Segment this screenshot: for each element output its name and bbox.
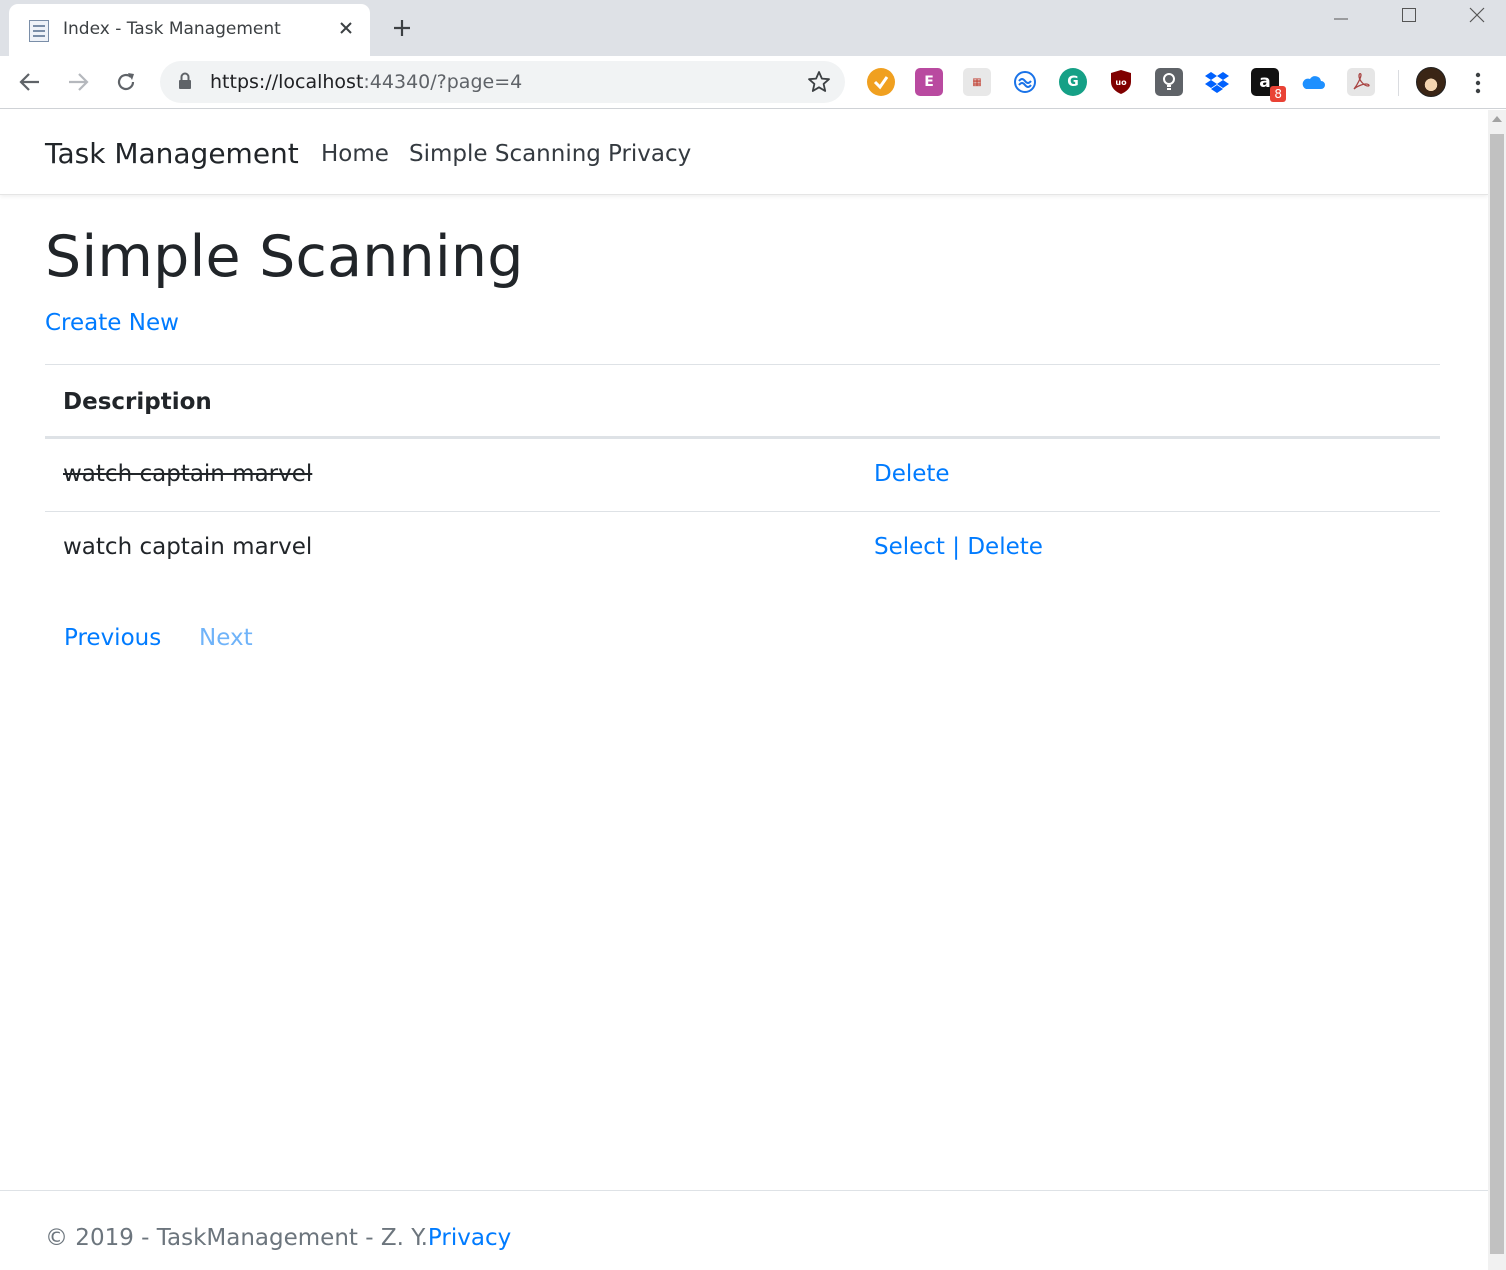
lock-icon[interactable] — [178, 72, 192, 95]
browser-tabstrip: Index - Task Management — [0, 0, 1506, 56]
sync-icon[interactable] — [1011, 68, 1039, 96]
tab-title: Index - Task Management — [63, 19, 281, 39]
forward-arrow-icon[interactable] — [62, 66, 94, 98]
create-new-link[interactable]: Create New — [45, 310, 179, 336]
page-favicon-icon — [29, 20, 49, 42]
grammarly-icon[interactable]: G — [1059, 68, 1087, 96]
maximize-icon[interactable] — [1379, 0, 1439, 30]
amazon-badge: 8 — [1270, 86, 1286, 102]
scroll-up-arrow-icon[interactable] — [1492, 116, 1502, 122]
new-tab-icon[interactable] — [388, 14, 416, 42]
close-window-icon[interactable] — [1447, 0, 1506, 30]
tasks-table: Description watch captain marvel Delete … — [45, 364, 1440, 585]
page-viewport: Task Management Home Simple Scanning Pri… — [0, 110, 1488, 1270]
address-bar[interactable]: https://localhost:44340/?page=4 — [160, 61, 845, 103]
onedrive-icon[interactable] — [1299, 68, 1327, 96]
tampermonkey-icon[interactable] — [867, 68, 895, 96]
minimize-icon[interactable] — [1311, 0, 1371, 30]
task-description: watch captain marvel — [63, 461, 313, 487]
site-footer: © 2019 - TaskManagement - Z. Y.Privacy — [0, 1190, 1488, 1270]
page-title: Simple Scanning — [45, 224, 524, 290]
back-arrow-icon[interactable] — [14, 66, 46, 98]
reader-icon[interactable]: ▦ — [963, 68, 991, 96]
action-separator: | — [944, 534, 968, 560]
column-header-description: Description — [63, 389, 212, 415]
browser-tab[interactable]: Index - Task Management — [9, 4, 370, 56]
table-row: watch captain marvel Delete — [45, 439, 1440, 512]
copyright-text: © 2019 - TaskManagement - Z. Y. — [45, 1225, 428, 1251]
evernote-icon[interactable]: E — [915, 68, 943, 96]
ublock-icon[interactable]: uo — [1107, 68, 1135, 96]
close-tab-icon[interactable] — [334, 16, 358, 40]
url-path: :44340/?page=4 — [363, 71, 523, 93]
select-link[interactable]: Select — [874, 534, 945, 560]
delete-link[interactable]: Delete — [967, 534, 1043, 560]
nav-link-home[interactable]: Home — [321, 141, 389, 167]
browser-menu-icon[interactable] — [1466, 68, 1490, 98]
amazon-icon[interactable]: a8 — [1251, 68, 1286, 102]
delete-link[interactable]: Delete — [874, 461, 950, 487]
site-brand-link[interactable]: Task Management — [45, 137, 299, 170]
profile-avatar[interactable] — [1416, 67, 1446, 97]
table-header: Description — [45, 365, 1440, 439]
url-text[interactable]: https://localhost:44340/?page=4 — [210, 71, 522, 93]
nav-link-privacy[interactable]: Privacy — [608, 141, 691, 167]
url-host: https://localhost — [210, 71, 364, 93]
scrollbar-thumb[interactable] — [1490, 134, 1504, 1254]
acrobat-icon[interactable] — [1347, 68, 1375, 96]
table-row: watch captain marvel Select | Delete — [45, 512, 1440, 585]
vertical-scrollbar[interactable] — [1488, 110, 1506, 1270]
nav-link-simple-scanning[interactable]: Simple Scanning — [409, 141, 601, 167]
site-navbar: Task Management Home Simple Scanning Pri… — [0, 110, 1488, 195]
bookmark-star-icon[interactable] — [807, 70, 831, 99]
next-page-link: Next — [199, 625, 253, 651]
row-actions: Delete — [874, 461, 950, 487]
svg-text:uo: uo — [1115, 78, 1127, 87]
previous-page-link[interactable]: Previous — [64, 625, 161, 651]
task-description: watch captain marvel — [63, 534, 313, 560]
reload-icon[interactable] — [110, 66, 142, 98]
footer-text: © 2019 - TaskManagement - Z. Y.Privacy — [45, 1225, 511, 1251]
footer-privacy-link[interactable]: Privacy — [428, 1225, 511, 1251]
dropbox-icon[interactable] — [1203, 68, 1231, 96]
row-actions: Select | Delete — [874, 534, 1043, 560]
toolbar-divider — [1398, 70, 1399, 96]
browser-toolbar: https://localhost:44340/?page=4 E ▦ G uo… — [0, 56, 1506, 109]
lightbulb-icon[interactable] — [1155, 68, 1183, 96]
